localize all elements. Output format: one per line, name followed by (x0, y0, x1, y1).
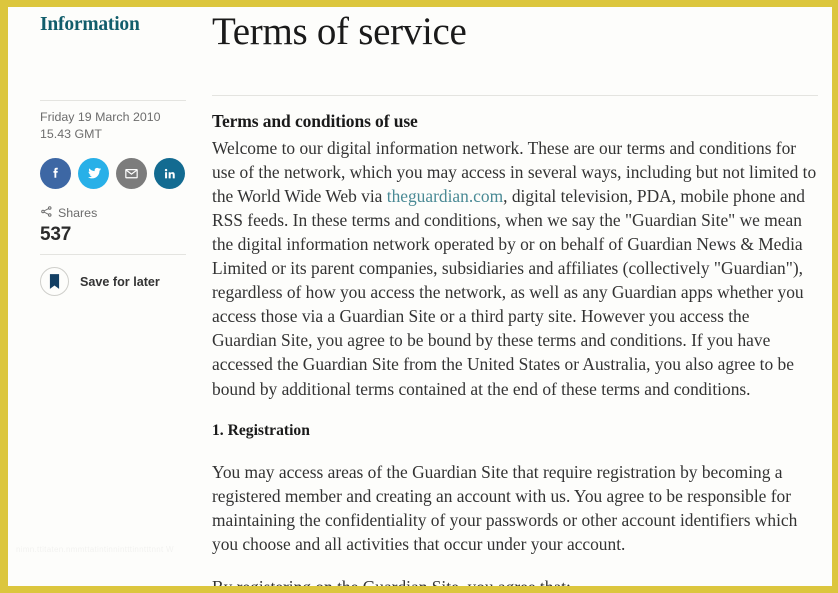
registration-heading: 1. Registration (212, 421, 310, 439)
share-email-button[interactable] (116, 158, 147, 190)
article-sidebar: Information Friday 19 March 2010 15.43 G… (8, 7, 204, 586)
save-for-later-button[interactable]: Save for later (40, 267, 190, 297)
article-main: Terms of service Terms and conditions of… (204, 7, 832, 586)
shares-block: Shares 537 (40, 205, 186, 246)
facebook-icon (47, 165, 64, 182)
share-icon (40, 205, 53, 220)
sidebar-divider-save (40, 254, 186, 256)
main-divider (212, 94, 818, 96)
share-facebook-button[interactable] (40, 158, 71, 190)
shares-count: 537 (40, 223, 72, 245)
intro-text-after-link: , digital television, PDA, mobile phone … (212, 185, 806, 399)
social-share-buttons (40, 158, 204, 190)
page-content: Information Friday 19 March 2010 15.43 G… (8, 7, 832, 586)
page-gold-frame: Information Friday 19 March 2010 15.43 G… (0, 0, 838, 593)
share-linkedin-button[interactable] (154, 158, 185, 190)
email-icon (123, 165, 140, 182)
bookmark-icon (40, 267, 69, 297)
section-heading: Terms and conditions of use (212, 110, 418, 131)
share-twitter-button[interactable] (78, 158, 109, 190)
publication-date: Friday 19 March 2010 15.43 GMT (40, 101, 190, 142)
intro-paragraph: Welcome to our digital information netwo… (212, 136, 818, 401)
shares-label-text: Shares (58, 205, 98, 220)
publication-time: 15.43 GMT (40, 126, 102, 141)
page-title: Terms of service (212, 10, 467, 53)
shares-label-row: Shares (40, 205, 186, 220)
publication-day-date: Friday 19 March 2010 (40, 110, 161, 125)
twitter-icon (85, 165, 103, 183)
agree-paragraph: By registering on the Guardian Site, you… (212, 575, 818, 586)
sidebar-section-heading: Information (40, 14, 140, 35)
theguardian-link[interactable]: theguardian.com (387, 186, 503, 206)
faint-watermark: nimn.ttitaten.nmmttatintinnintttinntttnn… (16, 545, 196, 554)
linkedin-icon (162, 166, 178, 182)
save-for-later-label: Save for later (80, 274, 160, 289)
registration-paragraph: You may access areas of the Guardian Sit… (212, 461, 798, 555)
